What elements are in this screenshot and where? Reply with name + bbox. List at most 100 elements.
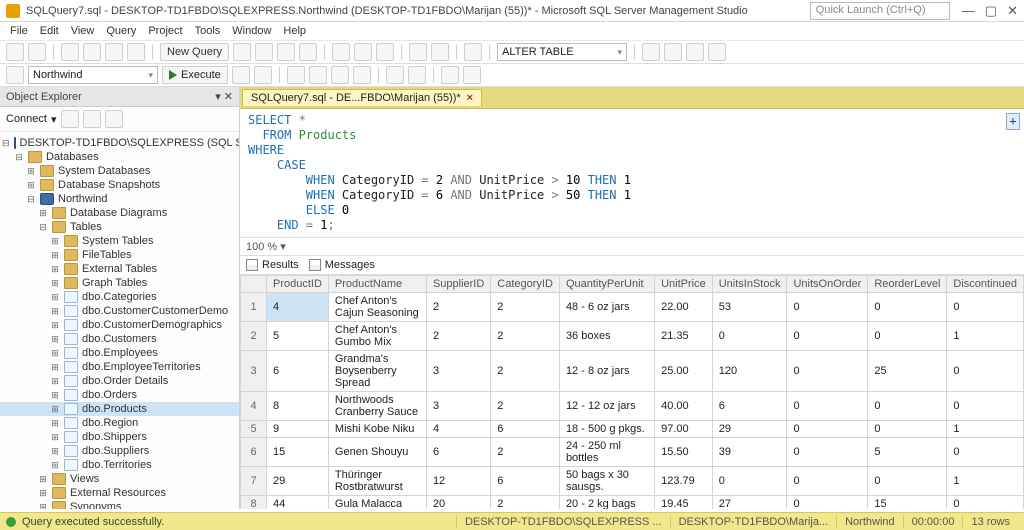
editor-tab[interactable]: SQLQuery7.sql - DE...FBDO\Marijan (55))*… [242,89,482,106]
tree-synonyms[interactable]: ⊞Synonyms [0,500,239,509]
tree-categories[interactable]: ⊞dbo.Categories [0,290,239,304]
minimize-icon[interactable]: — [962,3,975,19]
tree-systables[interactable]: ⊞System Tables [0,234,239,248]
close-tab-icon[interactable]: × [467,92,473,104]
zoom-combo[interactable]: 100 % ▾ [240,237,1024,255]
filter-icon[interactable] [83,110,101,128]
tree-orddetails[interactable]: ⊞dbo.Order Details [0,374,239,388]
menu-file[interactable]: File [10,25,28,37]
col-header[interactable]: UnitsInStock [712,276,787,293]
col-header[interactable]: ProductName [328,276,426,293]
uncomment-button[interactable] [408,66,426,84]
paste-button[interactable] [376,43,394,61]
dropdown-icon[interactable]: ✕ [224,91,233,103]
table-row[interactable]: 48Northwoods Cranberry Sauce3212 - 12 oz… [241,392,1024,421]
menu-tools[interactable]: Tools [195,25,221,37]
quick-launch-input[interactable]: Quick Launch (Ctrl+Q) [810,2,950,20]
new-file-button[interactable] [61,43,79,61]
undo-button[interactable] [409,43,427,61]
tree-databases[interactable]: ⊟Databases [0,150,239,164]
table-row[interactable]: 615Genen Shouyu6224 - 250 ml bottles15.5… [241,438,1024,467]
stop-conn-icon[interactable] [105,110,123,128]
save-all-button[interactable] [127,43,145,61]
menu-help[interactable]: Help [283,25,306,37]
db-btn-2[interactable] [299,43,317,61]
nav-fwd-button[interactable] [28,43,46,61]
tree-filetables[interactable]: ⊞FileTables [0,248,239,262]
tree-suppliers[interactable]: ⊞dbo.Suppliers [0,444,239,458]
tree-territories[interactable]: ⊞dbo.Territories [0,458,239,472]
results-tab[interactable]: Results [246,259,299,271]
table-row[interactable]: 36Grandma's Boysenberry Spread3212 - 8 o… [241,351,1024,392]
pin-icon[interactable]: ▾ [215,91,221,103]
save-button[interactable] [105,43,123,61]
sql-combo[interactable]: ALTER TABLE▾ [497,43,627,61]
result-file-button[interactable] [353,66,371,84]
db-btn-1[interactable] [277,43,295,61]
tree-emterr[interactable]: ⊞dbo.EmployeeTerritories [0,360,239,374]
find-button[interactable] [464,43,482,61]
nav-back-button[interactable] [6,43,24,61]
tree-snapshots[interactable]: ⊞Database Snapshots [0,178,239,192]
tree-orders[interactable]: ⊞dbo.Orders [0,388,239,402]
table-row[interactable]: 729Thüringer Rostbratwurst12650 bags x 3… [241,467,1024,496]
menu-view[interactable]: View [71,25,95,37]
table-row[interactable]: 25Chef Anton's Gumbo Mix2236 boxes21.350… [241,322,1024,351]
tree-employees[interactable]: ⊞dbo.Employees [0,346,239,360]
tool-icon-2[interactable] [664,43,682,61]
split-pane-icon[interactable]: + [1006,113,1020,130]
open-file-button[interactable] [83,43,101,61]
messages-tab[interactable]: Messages [309,259,375,271]
object-tree[interactable]: ⊟DESKTOP-TD1FBDO\SQLEXPRESS (SQL Server … [0,132,239,509]
connect-button[interactable]: Connect [6,113,47,125]
comment-button[interactable] [386,66,404,84]
tree-exttables[interactable]: ⊞External Tables [0,262,239,276]
tree-graphtables[interactable]: ⊞Graph Tables [0,276,239,290]
tree-sysdb[interactable]: ⊞System Databases [0,164,239,178]
menu-window[interactable]: Window [232,25,271,37]
table-row[interactable]: 844Gula Malacca20220 - 2 kg bags19.45270… [241,496,1024,510]
col-header[interactable] [241,276,267,293]
menu-edit[interactable]: Edit [40,25,59,37]
col-header[interactable]: ReorderLevel [868,276,947,293]
col-header[interactable]: Discontinued [947,276,1024,293]
tree-products[interactable]: ⊞dbo.Products [0,402,239,416]
tree-extres[interactable]: ⊞External Resources [0,486,239,500]
col-header[interactable]: SupplierID [426,276,490,293]
tree-tables[interactable]: ⊟Tables [0,220,239,234]
open-query-button[interactable] [233,43,251,61]
refresh-icon[interactable] [61,110,79,128]
tool-icon-1[interactable] [642,43,660,61]
result-text-button[interactable] [331,66,349,84]
plan-button[interactable] [287,66,305,84]
redo-button[interactable] [431,43,449,61]
menu-project[interactable]: Project [148,25,182,37]
tree-ccdemo[interactable]: ⊞dbo.CustomerCustomerDemo [0,304,239,318]
table-row[interactable]: 59Mishi Kobe Niku4618 - 500 g pkgs.97.00… [241,421,1024,438]
close-icon[interactable]: ✕ [1007,3,1018,19]
new-query-button[interactable]: New Query [160,43,229,61]
result-grid-button[interactable] [309,66,327,84]
col-header[interactable]: CategoryID [491,276,560,293]
tool-icon-4[interactable] [708,43,726,61]
table-row[interactable]: 14Chef Anton's Cajun Seasoning2248 - 6 o… [241,293,1024,322]
restore-icon[interactable]: ▢ [985,3,997,19]
tree-region[interactable]: ⊞dbo.Region [0,416,239,430]
indent-button[interactable] [441,66,459,84]
cut-button[interactable] [332,43,350,61]
col-header[interactable]: QuantityPerUnit [559,276,654,293]
tree-shippers[interactable]: ⊞dbo.Shippers [0,430,239,444]
col-header[interactable]: UnitsOnOrder [787,276,868,293]
tree-cdemo[interactable]: ⊞dbo.CustomerDemographics [0,318,239,332]
tree-northwind[interactable]: ⊟Northwind [0,192,239,206]
col-header[interactable]: ProductID [267,276,329,293]
tree-diagrams[interactable]: ⊞Database Diagrams [0,206,239,220]
menu-query[interactable]: Query [106,25,136,37]
tree-views[interactable]: ⊞Views [0,472,239,486]
tree-customers[interactable]: ⊞dbo.Customers [0,332,239,346]
parse-button[interactable] [254,66,272,84]
copy-button[interactable] [354,43,372,61]
sql-editor[interactable]: + SELECT * FROM Products WHERE CASE WHEN… [240,109,1024,237]
stop-button[interactable] [232,66,250,84]
connect-icon[interactable] [6,66,24,84]
